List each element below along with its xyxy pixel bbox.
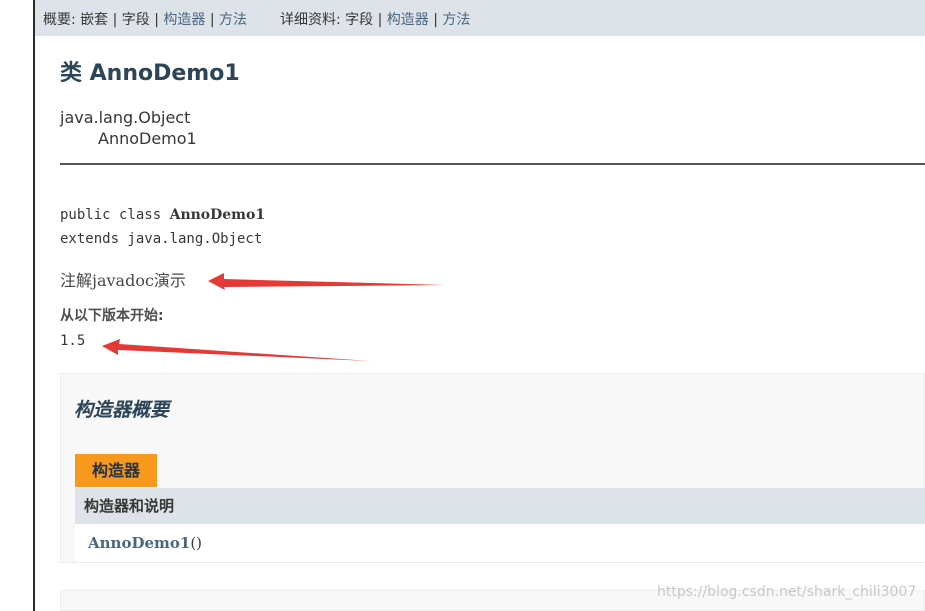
annotation-arrows <box>102 273 445 361</box>
arrow-description-icon <box>208 273 445 290</box>
arrow-since-icon <box>102 339 370 361</box>
